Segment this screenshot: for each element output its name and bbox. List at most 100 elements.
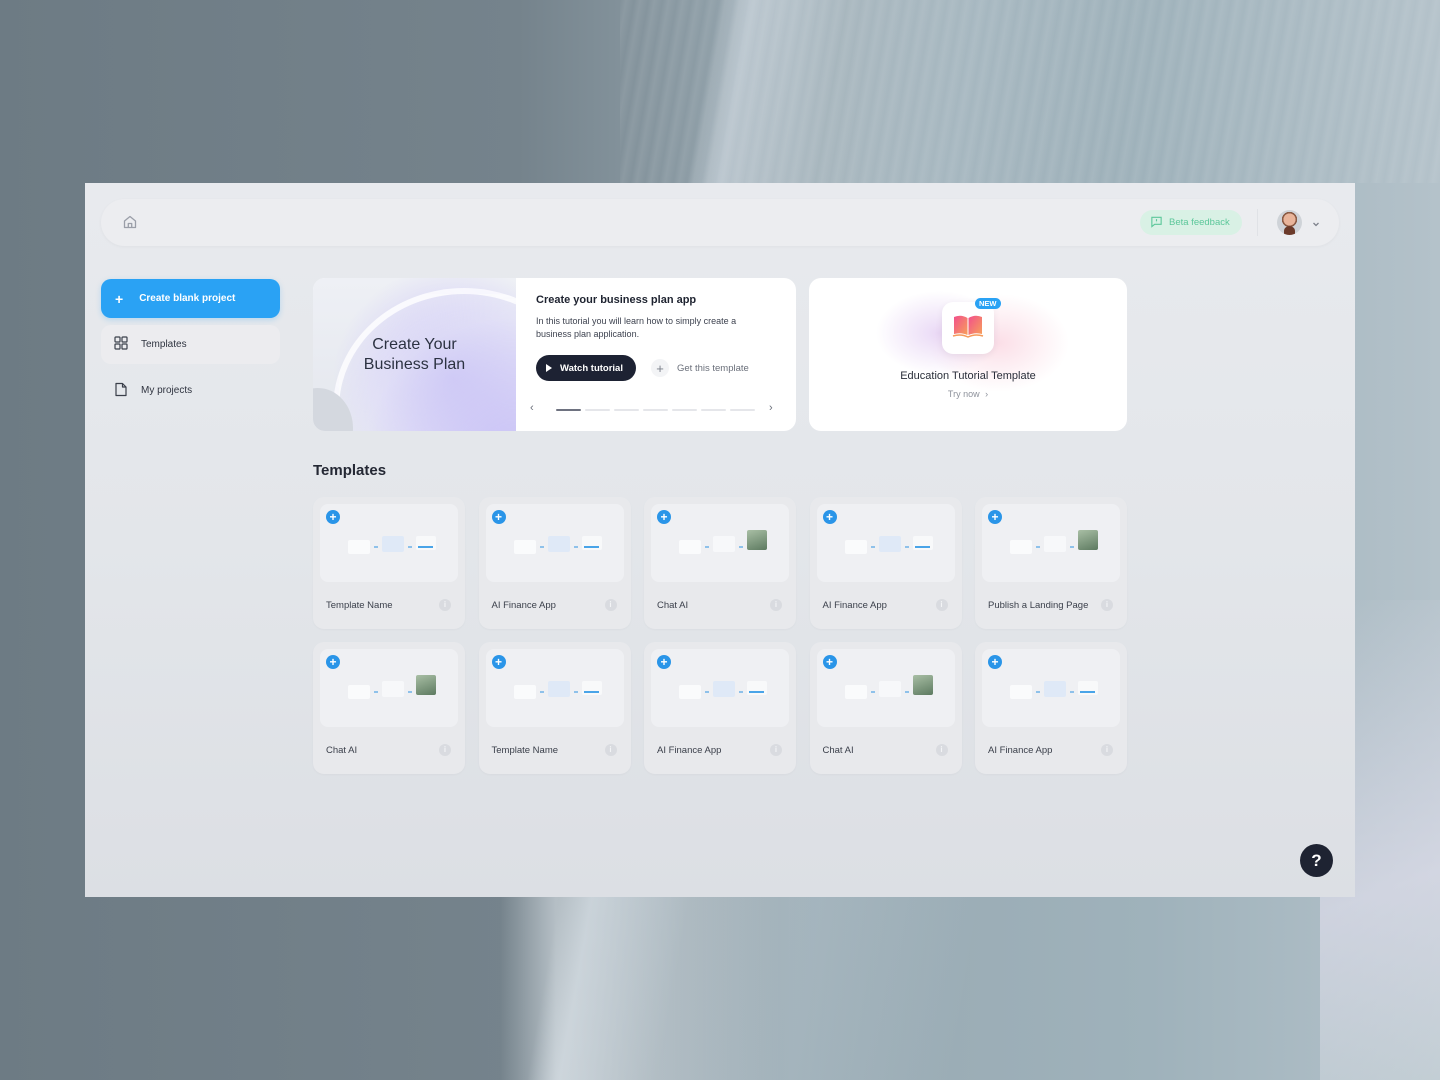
- sidebar-item-templates[interactable]: Templates: [101, 325, 280, 364]
- avatar[interactable]: [1277, 210, 1302, 235]
- carousel-prev-button[interactable]: ‹: [530, 402, 534, 414]
- plus-circle-icon[interactable]: +: [822, 510, 837, 524]
- template-card[interactable]: + Chat AI i: [809, 642, 962, 774]
- preview-node: [547, 536, 570, 552]
- preview-node: [878, 681, 901, 697]
- hero-art-title: Create Your Business Plan: [363, 336, 466, 373]
- plus-circle-icon[interactable]: +: [491, 510, 506, 524]
- preview-node: [513, 540, 536, 554]
- info-icon[interactable]: i: [770, 599, 782, 611]
- template-card[interactable]: + Chat AI i: [313, 642, 465, 774]
- info-icon[interactable]: i: [1101, 599, 1113, 611]
- preview-flow-diagram: [348, 675, 440, 707]
- preview-node: [382, 536, 404, 552]
- preview-node: [713, 681, 735, 697]
- template-thumbnail: [320, 504, 458, 582]
- preview-arrow: [573, 691, 578, 693]
- carousel-dot[interactable]: [614, 409, 639, 411]
- help-button[interactable]: ?: [1300, 844, 1333, 877]
- preview-flow-diagram: [1010, 677, 1102, 707]
- get-template-button[interactable]: + Get this template: [651, 355, 749, 381]
- preview-node: [382, 681, 404, 697]
- preview-arrow: [870, 546, 875, 548]
- plus-circle-icon[interactable]: +: [657, 510, 671, 524]
- preview-node: [713, 536, 735, 552]
- info-icon[interactable]: i: [439, 599, 451, 611]
- preview-flow-diagram: [679, 677, 771, 707]
- education-template-promo-card[interactable]: NEW Education Tutorial Template Try now …: [809, 278, 1127, 431]
- carousel-dot[interactable]: [556, 409, 581, 411]
- plus-circle-icon[interactable]: +: [326, 510, 340, 524]
- message-square-icon: [1150, 215, 1163, 231]
- book-icon: [952, 313, 984, 344]
- template-card[interactable]: + AI Finance App i: [644, 642, 796, 774]
- preview-arrow: [870, 691, 875, 693]
- info-icon[interactable]: i: [439, 744, 451, 756]
- preview-flow-diagram: [513, 532, 606, 562]
- template-card[interactable]: + Template Name i: [313, 497, 465, 629]
- plus-circle-icon[interactable]: +: [326, 655, 340, 669]
- new-badge: NEW: [975, 298, 1001, 309]
- plus-circle-icon[interactable]: +: [988, 655, 1002, 669]
- preview-arrow: [374, 691, 378, 693]
- info-icon[interactable]: i: [770, 744, 782, 756]
- template-card[interactable]: + Template Name i: [478, 642, 631, 774]
- background-streak-bottom: [500, 897, 780, 1080]
- preview-node: [581, 681, 602, 695]
- template-card[interactable]: + AI Finance App i: [478, 497, 631, 629]
- try-now-link[interactable]: Try now ›: [809, 389, 1127, 399]
- carousel-next-button[interactable]: ›: [769, 402, 773, 414]
- preview-arrow: [705, 691, 709, 693]
- chevron-down-icon[interactable]: [1311, 216, 1321, 227]
- template-card[interactable]: + AI Finance App i: [809, 497, 962, 629]
- plus-circle-icon[interactable]: +: [491, 655, 506, 669]
- sidebar-item-label: Templates: [141, 339, 187, 350]
- carousel-dot[interactable]: [701, 409, 726, 411]
- grid-icon: [114, 336, 128, 353]
- carousel-dot[interactable]: [730, 409, 755, 411]
- info-icon[interactable]: i: [935, 744, 948, 756]
- template-card[interactable]: + Chat AI i: [644, 497, 796, 629]
- promo-title: Education Tutorial Template: [900, 370, 1036, 382]
- background-streaks-top: [620, 0, 1440, 183]
- hero-artwork: Create Your Business Plan: [313, 278, 516, 431]
- template-name: AI Finance App: [657, 745, 722, 756]
- preview-arrow: [1036, 691, 1040, 693]
- sidebar-item-my-projects[interactable]: My projects: [101, 371, 280, 410]
- plus-circle-icon[interactable]: +: [988, 510, 1002, 524]
- template-thumbnail: [982, 649, 1120, 727]
- plus-icon: +: [651, 359, 669, 377]
- preview-flow-diagram: [844, 675, 937, 707]
- preview-arrow: [1070, 691, 1074, 693]
- create-blank-project-button[interactable]: + Create blank project: [101, 279, 280, 318]
- plus-circle-icon[interactable]: +: [822, 655, 837, 669]
- play-icon: [546, 364, 552, 372]
- preview-arrow: [408, 691, 412, 693]
- preview-node: [416, 536, 436, 550]
- beta-feedback-button[interactable]: Beta feedback: [1140, 210, 1242, 235]
- plus-circle-icon[interactable]: +: [657, 655, 671, 669]
- watch-tutorial-button[interactable]: Watch tutorial: [536, 355, 636, 381]
- sidebar: + Create blank project Templates My proj…: [101, 279, 280, 410]
- preview-arrow: [739, 546, 743, 548]
- preview-node: [912, 536, 933, 550]
- preview-image: [747, 530, 767, 550]
- template-card[interactable]: + Publish a Landing Page i: [975, 497, 1127, 629]
- preview-arrow: [539, 546, 544, 548]
- carousel-dot[interactable]: [585, 409, 610, 411]
- template-thumbnail: [651, 649, 789, 727]
- preview-node: [1044, 681, 1066, 697]
- template-thumbnail: [651, 504, 789, 582]
- template-name: Template Name: [491, 745, 559, 756]
- preview-arrow: [705, 546, 709, 548]
- template-card[interactable]: + AI Finance App i: [975, 642, 1127, 774]
- info-icon[interactable]: i: [604, 744, 617, 756]
- preview-node: [348, 540, 370, 554]
- info-icon[interactable]: i: [935, 599, 948, 611]
- carousel-dot[interactable]: [643, 409, 668, 411]
- home-icon[interactable]: [121, 213, 139, 231]
- template-thumbnail: [816, 649, 955, 727]
- info-icon[interactable]: i: [1101, 744, 1113, 756]
- info-icon[interactable]: i: [604, 599, 617, 611]
- carousel-dot[interactable]: [672, 409, 697, 411]
